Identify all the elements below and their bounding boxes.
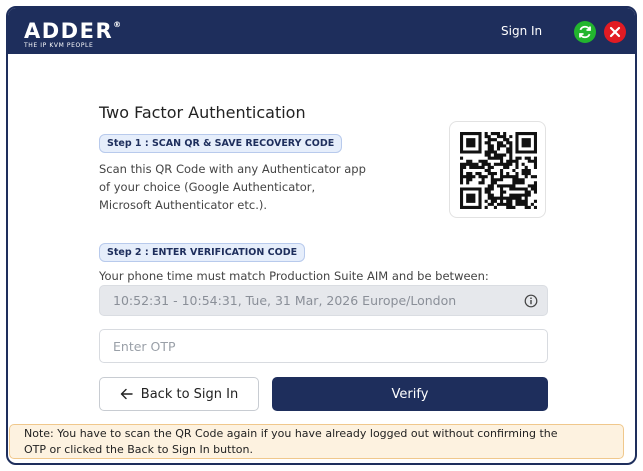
- note-line: OTP or clicked the Back to Sign In butto…: [24, 443, 253, 456]
- scan-instructions-line: Scan this QR Code with any Authenticator…: [99, 162, 366, 176]
- sign-in-link[interactable]: Sign In: [501, 24, 542, 38]
- time-range-field: 10:52:31 - 10:54:31, Tue, 31 Mar, 2026 E…: [99, 285, 548, 316]
- back-to-sign-in-button[interactable]: Back to Sign In: [99, 377, 259, 411]
- page-title: Two Factor Authentication: [99, 103, 306, 122]
- scan-instructions-line: of your choice (Google Authenticator,: [99, 180, 316, 194]
- note-line: Note: You have to scan the QR Code again…: [24, 427, 558, 440]
- qr-code: [449, 121, 546, 218]
- time-range-text: 10:52:31 - 10:54:31, Tue, 31 Mar, 2026 E…: [113, 293, 457, 308]
- close-button[interactable]: [604, 21, 626, 43]
- otp-input[interactable]: [99, 329, 548, 363]
- refresh-icon: [579, 25, 591, 39]
- adder-logo: ADDER® THE IP KVM PEOPLE: [24, 17, 121, 50]
- refresh-button[interactable]: [574, 21, 596, 43]
- scan-instructions-line: Microsoft Authenticator etc.).: [99, 198, 268, 212]
- scan-instructions: Scan this QR Code with any Authenticator…: [99, 160, 399, 214]
- arrow-left-icon: [120, 388, 133, 400]
- back-button-label: Back to Sign In: [140, 386, 239, 402]
- verify-button[interactable]: Verify: [272, 377, 548, 411]
- header-bar: ADDER® THE IP KVM PEOPLE Sign In: [8, 8, 635, 54]
- time-match-label: Your phone time must match Production Su…: [99, 269, 489, 283]
- qr-rescan-note: Note: You have to scan the QR Code again…: [9, 424, 624, 459]
- step1-badge: Step 1 : SCAN QR & SAVE RECOVERY CODE: [99, 134, 343, 153]
- two-factor-window: ADDER® THE IP KVM PEOPLE Sign In Two Fac…: [6, 6, 637, 465]
- close-icon: [609, 26, 621, 38]
- qr-code-image: [460, 132, 537, 209]
- info-icon[interactable]: [524, 294, 538, 308]
- logo-registered-mark: ®: [113, 20, 122, 29]
- step2-badge: Step 2 : ENTER VERIFICATION CODE: [99, 243, 306, 262]
- logo-text: ADDER: [24, 19, 114, 43]
- verify-button-label: Verify: [391, 386, 429, 402]
- logo-tagline: THE IP KVM PEOPLE: [24, 42, 94, 49]
